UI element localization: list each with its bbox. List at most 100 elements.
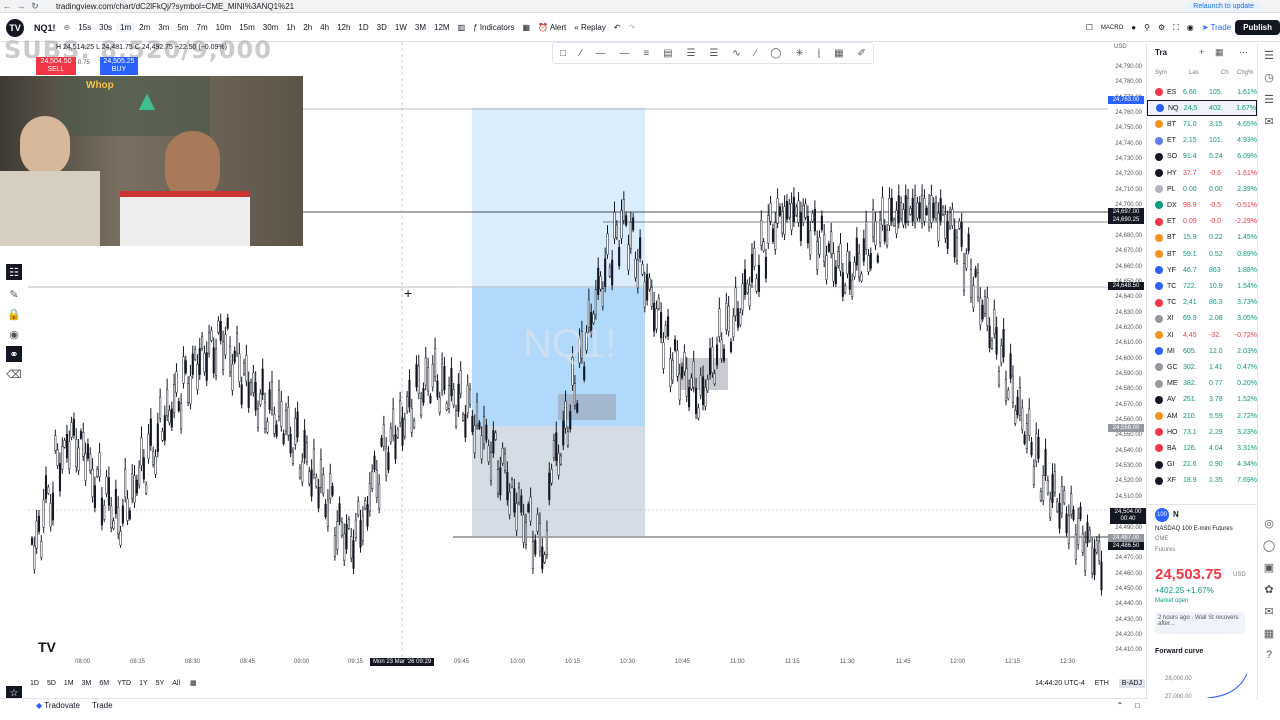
- badj-toggle[interactable]: B-ADJ: [1118, 678, 1145, 688]
- address-bar[interactable]: tradingview.com/chart/dC2lFkQj/?symbol=C…: [56, 2, 1187, 11]
- interval-30s[interactable]: 30s: [95, 23, 116, 32]
- camera-icon[interactable]: ◉: [1183, 23, 1198, 32]
- tradingview-logo[interactable]: TV: [6, 18, 24, 37]
- checkbox-icon[interactable]: ☐: [1082, 23, 1097, 32]
- watchlist-row[interactable]: DX 98.9 -0.5 -0.51%: [1147, 197, 1257, 213]
- maximize-icon[interactable]: □: [1135, 701, 1140, 710]
- watchlist-row[interactable]: NQ 24,5 402. 1.67%: [1147, 100, 1257, 117]
- watchlist-row[interactable]: AV 251. 3.78 1.52%: [1147, 392, 1257, 408]
- watchlist-row[interactable]: BT 59.1 0.52 0.89%: [1147, 246, 1257, 262]
- forward-icon[interactable]: →: [14, 1, 28, 11]
- watchlist-row[interactable]: PL 0.00 0.00 2.39%: [1147, 181, 1257, 197]
- range-1d[interactable]: 1D: [30, 680, 39, 687]
- watchlist-row[interactable]: GI 21.6 0.90 4.34%: [1147, 457, 1257, 473]
- reload-icon[interactable]: ↻: [28, 1, 42, 12]
- macro-layout[interactable]: MACRO: [1097, 25, 1127, 31]
- alerts-clock-icon[interactable]: ◷: [1258, 66, 1280, 88]
- replay-button[interactable]: « Replay: [570, 23, 610, 32]
- interval-1m[interactable]: 1m: [116, 23, 136, 32]
- watchlist-row[interactable]: GC 302. 1.41 0.47%: [1147, 359, 1257, 375]
- text-lines-icon[interactable]: ☰: [687, 48, 696, 59]
- macro-dot-icon[interactable]: ●: [1127, 23, 1140, 32]
- interval-1D[interactable]: 1D: [354, 23, 372, 32]
- interval-15m[interactable]: 15m: [235, 23, 259, 32]
- buy-button[interactable]: 24,505.25 BUY: [100, 57, 138, 75]
- indicators-button[interactable]: ƒ Indicators: [469, 23, 518, 32]
- range-5y[interactable]: 5Y: [156, 680, 165, 687]
- interval-3D[interactable]: 3D: [373, 23, 391, 32]
- col-ch[interactable]: Ch: [1221, 70, 1229, 76]
- watchlist-row[interactable]: ET 0.09 -0.0 -2.29%: [1147, 214, 1257, 230]
- gear-icon[interactable]: ✳: [795, 48, 803, 59]
- crosshair-tool-icon[interactable]: ☷: [6, 264, 22, 280]
- layout-icon[interactable]: ▦: [1215, 47, 1224, 58]
- layers-icon[interactable]: ☰: [1258, 88, 1280, 110]
- interval-1W[interactable]: 1W: [391, 23, 411, 32]
- watchlist-row[interactable]: XI 69.9 2.08 3.05%: [1147, 311, 1257, 327]
- range-5d[interactable]: 5D: [47, 680, 56, 687]
- calendar-icon[interactable]: ▣: [1258, 556, 1280, 578]
- interval-7m[interactable]: 7m: [193, 23, 212, 32]
- ray-icon[interactable]: —: [596, 48, 606, 59]
- undo-icon[interactable]: ↶: [610, 23, 625, 32]
- trade-button[interactable]: ➤ Trade: [1198, 23, 1235, 32]
- range-1m[interactable]: 1M: [64, 680, 74, 687]
- interval-1h[interactable]: 1h: [282, 23, 299, 32]
- add-symbol-icon[interactable]: +: [1199, 47, 1204, 57]
- watchlist-row[interactable]: BA 126. 4.04 3.31%: [1147, 440, 1257, 456]
- watchlist-row[interactable]: ES 6,66 105. 1.61%: [1147, 84, 1257, 100]
- watchlist-row[interactable]: BT 15.9 0.22 1.45%: [1147, 230, 1257, 246]
- watchlist-row[interactable]: HY 37.7 -0.6 -1.61%: [1147, 165, 1257, 181]
- interval-3m[interactable]: 3m: [154, 23, 173, 32]
- watchlist-row[interactable]: AM 210. 5.59 2.72%: [1147, 408, 1257, 424]
- interval-2h[interactable]: 2h: [299, 23, 316, 32]
- relaunch-button[interactable]: Relaunch to update: [1187, 1, 1260, 11]
- pen-icon[interactable]: ✐: [858, 48, 866, 59]
- interval-3M[interactable]: 3M: [411, 23, 430, 32]
- eye-icon[interactable]: ◉: [0, 324, 28, 344]
- interval-12M[interactable]: 12M: [430, 23, 454, 32]
- range-1y[interactable]: 1Y: [139, 680, 148, 687]
- lock-icon[interactable]: 🔒: [0, 304, 28, 324]
- watchlist-row[interactable]: ME 382. 0.77 0.20%: [1147, 376, 1257, 392]
- watchlist-title[interactable]: Tra: [1155, 48, 1167, 57]
- price-axis[interactable]: 24,790.0024,780.0024,770.0024,760.0024,7…: [1108, 62, 1146, 660]
- ideas-icon[interactable]: ◯: [1258, 534, 1280, 556]
- interval-15s[interactable]: 15s: [74, 23, 95, 32]
- ellipse-icon[interactable]: ◯: [770, 48, 781, 59]
- watchlist-row[interactable]: ET 2,15 101. 4.93%: [1147, 133, 1257, 149]
- collapse-icon[interactable]: ⌃: [1116, 701, 1123, 710]
- eth-toggle[interactable]: ETH: [1095, 680, 1109, 687]
- chart-type-icon[interactable]: ▥: [454, 23, 470, 32]
- range-6m[interactable]: 6M: [99, 680, 109, 687]
- trendline-icon[interactable]: ∕: [580, 48, 582, 59]
- interval-30m[interactable]: 30m: [259, 23, 283, 32]
- vline-icon[interactable]: |: [818, 48, 821, 59]
- watchlist-row[interactable]: HO 73.1 2.29 3.23%: [1147, 424, 1257, 440]
- col-las[interactable]: Las: [1189, 70, 1199, 76]
- interval-2m[interactable]: 2m: [135, 23, 154, 32]
- hline-icon[interactable]: ―: [619, 48, 629, 59]
- pen-tool-icon[interactable]: ✎: [0, 284, 28, 304]
- forward-curve-title[interactable]: Forward curve: [1155, 648, 1203, 655]
- watchlist-row[interactable]: TC 2,41 86.3 3.73%: [1147, 295, 1257, 311]
- tradovate-tab[interactable]: ◆ Tradovate: [36, 701, 80, 710]
- publish-button[interactable]: Publish: [1235, 20, 1280, 35]
- link-icon[interactable]: ⚭: [6, 346, 22, 362]
- range-ytd[interactable]: YTD: [117, 680, 131, 687]
- broadcast-icon[interactable]: ✿: [1258, 578, 1280, 600]
- pitchfork-icon[interactable]: ☰: [709, 48, 718, 59]
- target-icon[interactable]: ◎: [1258, 512, 1280, 534]
- back-icon[interactable]: ←: [0, 1, 14, 11]
- range-3m[interactable]: 3M: [82, 680, 92, 687]
- help-icon[interactable]: ?: [1258, 644, 1280, 666]
- clock[interactable]: 14:44:20 UTC-4: [1035, 680, 1085, 687]
- settings-icon[interactable]: ⚙: [1154, 23, 1169, 32]
- fullscreen-icon[interactable]: ⛶: [1169, 23, 1183, 33]
- interval-5m[interactable]: 5m: [173, 23, 192, 32]
- trash-icon[interactable]: ⌫: [0, 364, 28, 384]
- col-sym[interactable]: Sym: [1155, 70, 1167, 76]
- fib-ext-icon[interactable]: ▤: [663, 48, 672, 59]
- pattern-icon[interactable]: ∿: [732, 48, 740, 59]
- news-item[interactable]: 2 hours ago · Wall St recovers after...: [1155, 612, 1245, 634]
